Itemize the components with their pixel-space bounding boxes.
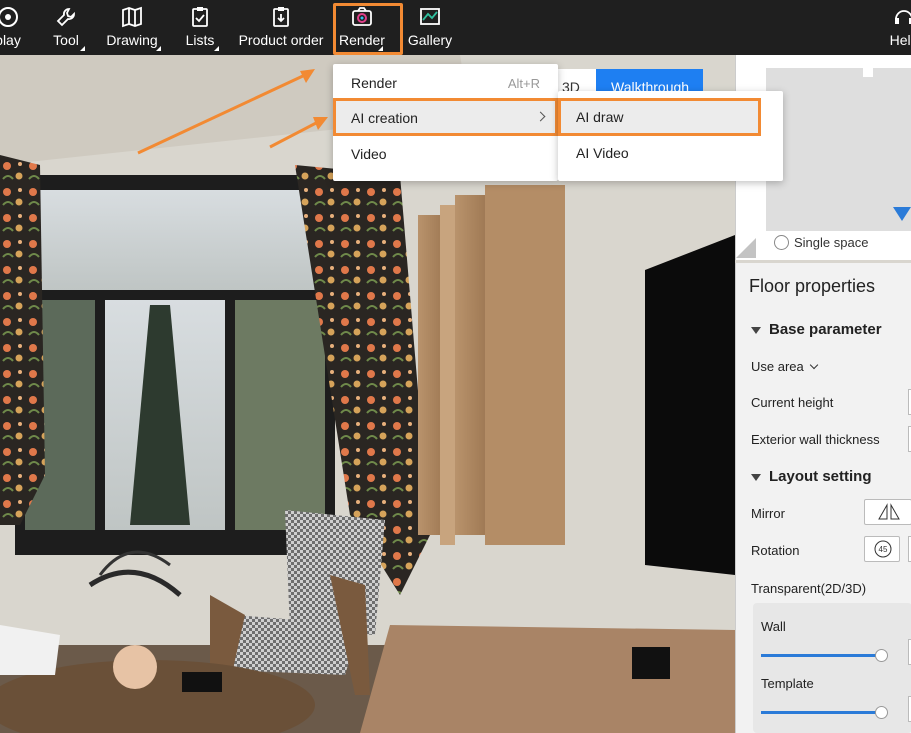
map-icon <box>122 6 142 28</box>
collapse-caret-icon <box>751 326 761 334</box>
toolbar-lists[interactable]: Lists <box>182 0 219 55</box>
section-label: Base parameter <box>769 321 882 338</box>
toolbar-gallery[interactable]: Gallery <box>406 0 454 55</box>
exterior-wall-thickness-label: Exterior wall thickness <box>751 432 880 447</box>
expand-corner-icon <box>156 46 161 51</box>
clipboard-check-icon <box>192 7 208 27</box>
menu-item-label: AI Video <box>576 145 629 161</box>
menu-item-render[interactable]: Render Alt+R <box>333 65 558 101</box>
toolbar-label: play <box>0 32 21 48</box>
wall-slider-track[interactable] <box>761 654 881 657</box>
rotate-45-button[interactable]: 45 <box>864 536 900 562</box>
toolbar-label: Product order <box>238 32 324 48</box>
single-space-radio[interactable] <box>774 235 789 250</box>
chevron-down-icon <box>810 360 819 370</box>
mirror-icon <box>878 503 900 520</box>
current-height-label: Current height <box>751 395 834 410</box>
mirror-button[interactable] <box>864 499 911 525</box>
single-space-label: Single space <box>794 235 869 250</box>
main-toolbar: play Tool Drawing Lists Product order Re… <box>0 0 911 55</box>
template-slider-track[interactable] <box>761 711 881 714</box>
clipboard-download-icon <box>273 7 289 27</box>
ai-creation-highlight-box <box>333 98 558 136</box>
section-label: Layout setting <box>769 468 872 485</box>
render-dropdown-menu: Render Alt+R AI creation Video <box>333 64 558 181</box>
rotate-icon: 45 <box>874 540 892 558</box>
toolbar-help[interactable]: Help <box>884 0 911 55</box>
wall-slider-handle[interactable] <box>875 649 888 662</box>
menu-item-label: Video <box>351 146 387 162</box>
toolbar-label: Gallery <box>407 32 453 48</box>
use-area-label: Use area <box>751 359 804 374</box>
toolbar-label: Tool <box>53 32 79 48</box>
template-label: Template <box>761 676 814 691</box>
menu-item-ai-draw[interactable]: AI draw <box>558 99 783 135</box>
wall-label: Wall <box>761 619 786 634</box>
template-slider-handle[interactable] <box>875 706 888 719</box>
expand-corner-icon <box>80 46 85 51</box>
collapse-caret-icon <box>751 473 761 481</box>
toolbar-label: Lists <box>185 32 215 48</box>
floor-properties-panel: Floor properties Base parameter Use area… <box>735 263 911 733</box>
toolbar-label: Help <box>889 32 911 48</box>
rotation-label: Rotation <box>751 543 800 558</box>
transparency-group: Wall Template <box>753 603 911 733</box>
headset-icon <box>895 10 911 24</box>
rotate-icon-label: 45 <box>879 545 888 554</box>
shortcut-label: Alt+R <box>507 76 540 91</box>
toolbar-tool[interactable]: Tool <box>46 0 86 55</box>
minimap-floor[interactable] <box>766 68 911 231</box>
use-area-dropdown[interactable]: Use area <box>751 359 819 374</box>
mirror-label: Mirror <box>751 506 785 521</box>
panel-title: Floor properties <box>749 276 876 296</box>
toolbar-label: Drawing <box>106 32 158 48</box>
expand-corner-icon <box>214 46 219 51</box>
toolbar-product-order[interactable]: Product order <box>238 0 324 55</box>
menu-item-label: Render <box>351 75 397 91</box>
eye-icon <box>0 7 18 27</box>
base-parameter-section[interactable]: Base parameter <box>751 321 882 338</box>
toolbar-play[interactable]: play <box>0 0 30 55</box>
wrench-icon <box>56 8 75 27</box>
menu-item-ai-video[interactable]: AI Video <box>558 135 783 171</box>
layout-setting-section[interactable]: Layout setting <box>751 468 872 485</box>
ai-creation-submenu: AI draw AI Video <box>558 91 783 181</box>
resize-corner-icon[interactable] <box>736 238 756 258</box>
transparent-label: Transparent(2D/3D) <box>751 581 867 596</box>
minimap-door <box>863 68 873 77</box>
chart-picture-icon <box>420 8 440 25</box>
render-highlight-box <box>333 3 403 55</box>
camera-pointer-icon[interactable] <box>893 207 911 221</box>
menu-item-video[interactable]: Video <box>333 136 558 172</box>
menu-item-label: AI draw <box>576 109 624 125</box>
toolbar-drawing[interactable]: Drawing <box>103 0 161 55</box>
